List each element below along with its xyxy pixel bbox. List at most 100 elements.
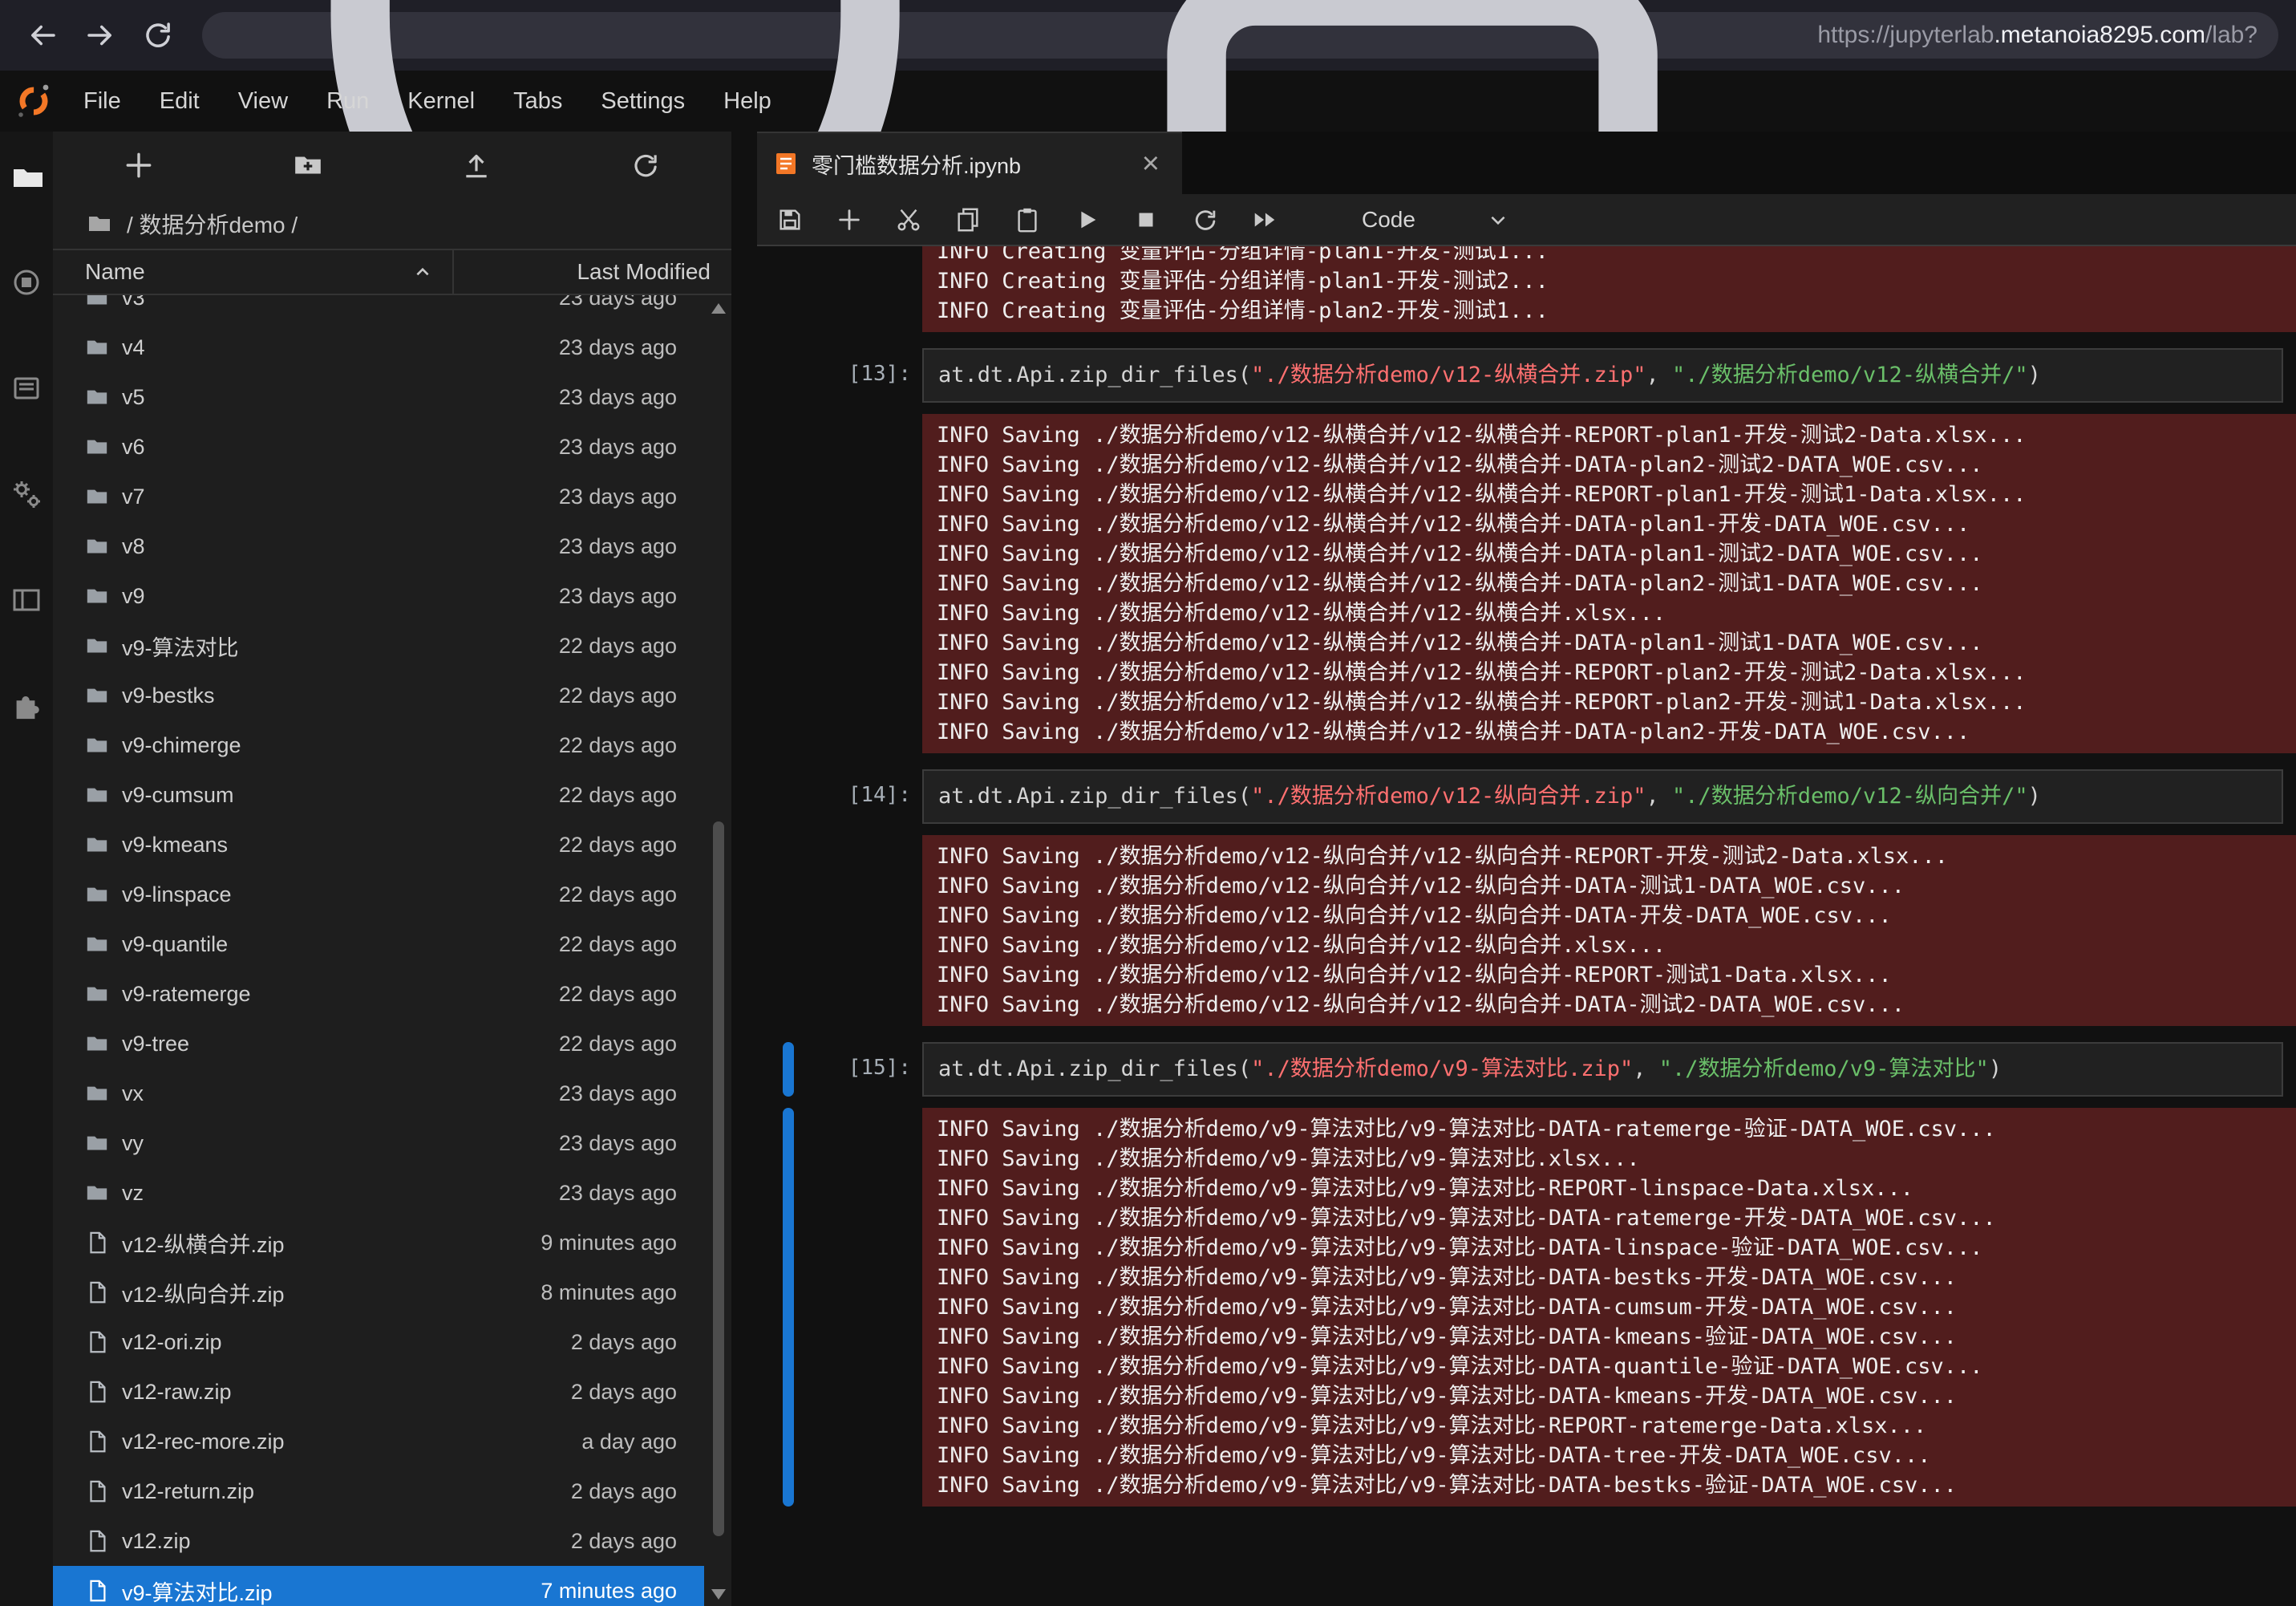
cell-editor[interactable]: at.dt.Api.zip_dir_files("./数据分析demo/v9-算… <box>922 1042 2283 1097</box>
browser-back-button[interactable] <box>18 10 67 60</box>
file-row[interactable]: vz 23 days ago <box>53 1168 704 1218</box>
file-row[interactable]: v12.zip 2 days ago <box>53 1516 704 1566</box>
file-row[interactable]: vx 23 days ago <box>53 1069 704 1118</box>
jupyter-logo-icon <box>16 83 51 119</box>
code-token: ) <box>2028 784 2041 809</box>
file-row[interactable]: v9-算法对比 22 days ago <box>53 621 704 671</box>
file-name: v12-ori.zip <box>122 1330 222 1355</box>
menu-item-file[interactable]: File <box>64 71 140 132</box>
settings-gears-icon[interactable] <box>10 478 43 510</box>
file-row[interactable]: v12-纵向合并.zip 8 minutes ago <box>53 1267 704 1317</box>
insert-cell-button[interactable] <box>836 206 863 233</box>
output-collapser[interactable] <box>783 1108 794 1507</box>
copy-button[interactable] <box>954 206 982 233</box>
paste-button[interactable] <box>1014 206 1041 233</box>
panel-divider[interactable] <box>731 132 757 1606</box>
output-collapser[interactable] <box>783 835 794 1026</box>
cell-editor[interactable]: at.dt.Api.zip_dir_files("./数据分析demo/v12-… <box>922 348 2283 403</box>
home-folder-icon[interactable] <box>87 211 112 237</box>
breadcrumb-path[interactable]: / 数据分析demo / <box>127 208 298 240</box>
screen: https://jupyterlab.metanoia8295.com/lab?… <box>0 0 2296 1606</box>
save-button[interactable] <box>776 206 804 233</box>
file-row[interactable]: v7 23 days ago <box>53 472 704 521</box>
menu-item-tabs[interactable]: Tabs <box>494 71 581 132</box>
file-row[interactable]: v12-raw.zip 2 days ago <box>53 1367 704 1417</box>
scrollbar-down-arrow[interactable] <box>711 1589 726 1600</box>
file-name: v12-纵向合并.zip <box>122 1277 285 1308</box>
cell-collapser[interactable] <box>783 1042 794 1097</box>
restart-kernel-button[interactable] <box>1192 206 1219 233</box>
breadcrumb[interactable]: / 数据分析demo / <box>53 199 731 249</box>
tab-close-icon[interactable]: × <box>1136 148 1166 179</box>
layout-icon[interactable] <box>10 584 43 616</box>
file-row[interactable]: v9-chimerge 22 days ago <box>53 720 704 770</box>
file-modified: a day ago <box>581 1430 677 1454</box>
file-row[interactable]: v8 23 days ago <box>53 521 704 571</box>
browser-refresh-button[interactable] <box>133 10 183 60</box>
output-line: INFO Saving ./数据分析demo/v9-算法对比/v9-算法对比-D… <box>937 1263 2296 1292</box>
menu-item-edit[interactable]: Edit <box>140 71 219 132</box>
menu-item-run[interactable]: Run <box>307 71 388 132</box>
output-line: INFO Saving ./数据分析demo/v12-纵横合并/v12-纵横合并… <box>937 658 2296 687</box>
address-bar[interactable]: https://jupyterlab.metanoia8295.com/lab? <box>202 12 2278 59</box>
file-row[interactable]: v6 23 days ago <box>53 422 704 472</box>
restart-run-all-button[interactable] <box>1251 206 1278 233</box>
code-cell[interactable]: [14]:at.dt.Api.zip_dir_files("./数据分析demo… <box>783 769 2290 824</box>
file-modified: 22 days ago <box>559 783 677 808</box>
file-row[interactable]: v12-ori.zip 2 days ago <box>53 1317 704 1367</box>
output-collapser[interactable] <box>783 246 794 332</box>
file-row[interactable]: v12-纵横合并.zip 9 minutes ago <box>53 1218 704 1267</box>
file-browser-icon[interactable] <box>10 160 43 193</box>
menu-item-kernel[interactable]: Kernel <box>388 71 494 132</box>
file-row[interactable]: v9-quantile 22 days ago <box>53 919 704 969</box>
upload-button[interactable] <box>461 150 492 180</box>
scrollbar-thumb[interactable] <box>713 821 724 1536</box>
file-row[interactable]: v4 23 days ago <box>53 322 704 372</box>
file-row[interactable]: v5 23 days ago <box>53 372 704 422</box>
output-line: INFO Saving ./数据分析demo/v9-算法对比/v9-算法对比-D… <box>937 1470 2296 1500</box>
cell-type-dropdown[interactable]: Code <box>1362 207 1508 233</box>
menu-item-help[interactable]: Help <box>704 71 791 132</box>
code-cell[interactable]: [13]:at.dt.Api.zip_dir_files("./数据分析demo… <box>783 348 2290 403</box>
extensions-puzzle-icon[interactable] <box>10 690 43 722</box>
output-prompt <box>802 835 922 1026</box>
cell-collapser[interactable] <box>783 769 794 824</box>
column-header-name[interactable]: Name <box>53 250 454 294</box>
file-list-scrollbar[interactable] <box>707 302 730 1601</box>
new-launcher-button[interactable] <box>124 150 154 180</box>
file-row[interactable]: vy 23 days ago <box>53 1118 704 1168</box>
file-row[interactable]: v9-cumsum 22 days ago <box>53 770 704 820</box>
cut-button[interactable] <box>895 206 922 233</box>
file-row[interactable]: v3 23 days ago <box>53 295 704 322</box>
menu-item-settings[interactable]: Settings <box>581 71 704 132</box>
new-folder-button[interactable] <box>293 150 323 180</box>
file-name: v12-raw.zip <box>122 1380 232 1405</box>
run-button[interactable] <box>1073 206 1100 233</box>
code-cell[interactable]: [15]:at.dt.Api.zip_dir_files("./数据分析demo… <box>783 1042 2290 1097</box>
notebook-tab[interactable]: 零门槛数据分析.ipynb × <box>757 132 1182 194</box>
cell-editor[interactable]: at.dt.Api.zip_dir_files("./数据分析demo/v12-… <box>922 769 2283 824</box>
file-row[interactable]: v9-ratemerge 22 days ago <box>53 969 704 1019</box>
file-icon <box>85 1579 109 1603</box>
cell-collapser[interactable] <box>783 348 794 403</box>
file-row[interactable]: v9-tree 22 days ago <box>53 1019 704 1069</box>
file-row[interactable]: v9-kmeans 22 days ago <box>53 820 704 870</box>
file-row[interactable]: v9-算法对比.zip 7 minutes ago <box>53 1566 704 1606</box>
property-inspector-icon[interactable] <box>10 372 43 404</box>
file-row[interactable]: v9-bestks 22 days ago <box>53 671 704 720</box>
refresh-file-list-button[interactable] <box>630 150 661 180</box>
menu-item-view[interactable]: View <box>219 71 307 132</box>
file-row[interactable]: v9-linspace 22 days ago <box>53 870 704 919</box>
running-sessions-icon[interactable] <box>10 266 43 298</box>
browser-forward-button[interactable] <box>75 10 125 60</box>
column-header-modified[interactable]: Last Modified <box>454 259 731 285</box>
url-scheme-subdomain: https://jupyterlab <box>1817 22 1994 48</box>
file-row[interactable]: v9 23 days ago <box>53 571 704 621</box>
file-row[interactable]: v12-rec-more.zip a day ago <box>53 1417 704 1466</box>
output-collapser[interactable] <box>783 414 794 753</box>
file-row[interactable]: v12-return.zip 2 days ago <box>53 1466 704 1516</box>
output-line: INFO Saving ./数据分析demo/v9-算法对比/v9-算法对比.x… <box>937 1144 2296 1174</box>
output-line: INFO Creating 变量评估-分组详情-plan1-开发-测试1... <box>937 246 2296 266</box>
scrollbar-up-arrow[interactable] <box>711 303 726 314</box>
stop-button[interactable] <box>1132 206 1160 233</box>
